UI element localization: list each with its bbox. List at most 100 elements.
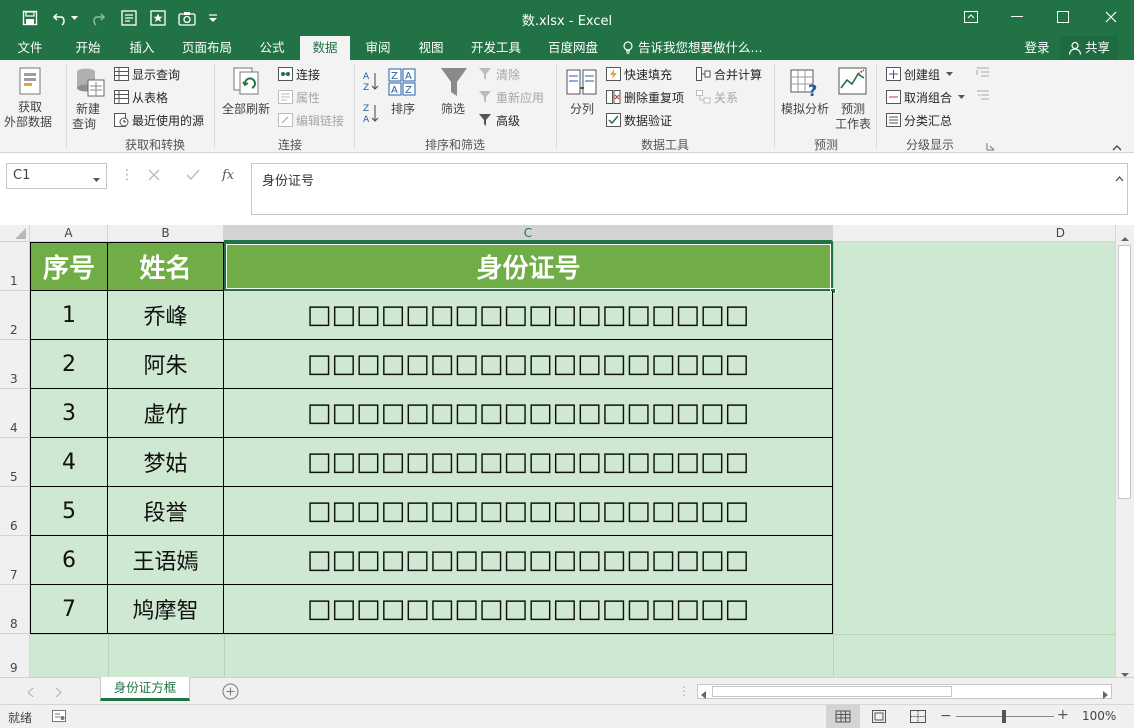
- cell-seq[interactable]: 4: [30, 438, 108, 487]
- advanced-button[interactable]: 高级: [478, 110, 520, 130]
- ribbon-display-icon[interactable]: [948, 0, 994, 34]
- cell-id[interactable]: □□□□□□□□□□□□□□□□□□: [224, 585, 833, 634]
- row-header[interactable]: 9: [0, 634, 30, 677]
- cell-seq[interactable]: 2: [30, 340, 108, 389]
- cell-seq[interactable]: 6: [30, 536, 108, 585]
- tab-page-layout[interactable]: 页面布局: [176, 36, 238, 60]
- close-button[interactable]: [1088, 0, 1134, 34]
- login-link[interactable]: 登录: [1018, 36, 1056, 60]
- refresh-all-label[interactable]: 全部刷新: [222, 100, 270, 117]
- row-header[interactable]: 6: [0, 487, 30, 536]
- tab-developer[interactable]: 开发工具: [464, 36, 528, 60]
- column-header-d[interactable]: D: [833, 225, 1115, 242]
- tab-home[interactable]: 开始: [64, 36, 112, 60]
- connections-button[interactable]: 连接: [278, 64, 320, 84]
- tab-data[interactable]: 数据: [300, 36, 350, 60]
- name-box[interactable]: C1: [6, 163, 107, 189]
- tab-insert[interactable]: 插入: [118, 36, 166, 60]
- group-button[interactable]: 创建组: [886, 64, 957, 84]
- refresh-all-icon[interactable]: [232, 66, 264, 101]
- header-cell-seq[interactable]: 序号: [30, 242, 108, 291]
- undo-dropdown-icon[interactable]: [68, 0, 80, 36]
- cell-seq[interactable]: 3: [30, 389, 108, 438]
- cell-name[interactable]: 阿朱: [108, 340, 224, 389]
- consolidate-button[interactable]: 合并计算: [696, 64, 762, 84]
- row-header[interactable]: 8: [0, 585, 30, 634]
- zoom-level[interactable]: 100%: [1082, 709, 1116, 723]
- cell-id[interactable]: □□□□□□□□□□□□□□□□□□: [224, 389, 833, 438]
- vertical-scrollbar[interactable]: [1115, 225, 1134, 677]
- new-query-label-2[interactable]: 查询: [72, 115, 96, 132]
- scroll-up-icon[interactable]: [1121, 231, 1129, 245]
- expand-formula-icon[interactable]: [1115, 171, 1124, 185]
- splitter-dots-icon[interactable]: ⋮: [678, 684, 690, 698]
- collapse-ribbon-icon[interactable]: [1112, 140, 1122, 154]
- row-header[interactable]: 5: [0, 438, 30, 487]
- share-button[interactable]: 共享: [1060, 36, 1118, 60]
- add-sheet-icon[interactable]: [222, 683, 239, 703]
- cell-id[interactable]: □□□□□□□□□□□□□□□□□□: [224, 487, 833, 536]
- zoom-in-icon[interactable]: +: [1057, 707, 1069, 723]
- subtotal-button[interactable]: 分类汇总: [886, 110, 952, 130]
- scroll-right-icon[interactable]: [1103, 688, 1108, 702]
- sort-icon[interactable]: ZAAZ: [388, 68, 418, 99]
- vertical-scroll-thumb[interactable]: [1118, 245, 1131, 499]
- page-layout-view-icon[interactable]: [872, 710, 886, 726]
- customize-qat-icon[interactable]: [205, 0, 221, 36]
- remove-duplicates-button[interactable]: 删除重复项: [606, 87, 684, 107]
- show-detail-icon[interactable]: [976, 66, 990, 81]
- tab-baidu-netdisk[interactable]: 百度网盘: [540, 36, 606, 60]
- cell-name[interactable]: 鸠摩智: [108, 585, 224, 634]
- redo-icon[interactable]: [86, 0, 108, 36]
- zoom-out-icon[interactable]: −: [940, 708, 952, 724]
- row-header[interactable]: 7: [0, 536, 30, 585]
- prev-sheet-icon[interactable]: [27, 686, 34, 700]
- forecast-label-2[interactable]: 工作表: [835, 115, 871, 132]
- tab-formulas[interactable]: 公式: [250, 36, 294, 60]
- ungroup-button[interactable]: 取消组合: [886, 87, 969, 107]
- text-to-columns-icon[interactable]: [566, 68, 598, 101]
- cell-name[interactable]: 王语嫣: [108, 536, 224, 585]
- cell-seq[interactable]: 7: [30, 585, 108, 634]
- dialog-launcher-icon[interactable]: [986, 140, 995, 154]
- from-table-button[interactable]: 从表格: [114, 87, 168, 107]
- confirm-entry-icon[interactable]: [186, 169, 200, 184]
- what-if-icon[interactable]: ?: [790, 66, 820, 101]
- sort-za-icon[interactable]: ZA: [362, 102, 380, 127]
- zoom-slider-thumb[interactable]: [1002, 710, 1006, 723]
- page-break-view-icon[interactable]: [910, 710, 926, 726]
- get-external-data-icon[interactable]: [16, 66, 46, 101]
- horizontal-scroll-thumb[interactable]: [712, 686, 952, 697]
- cell-seq[interactable]: 1: [30, 291, 108, 340]
- flash-fill-button[interactable]: 快速填充: [606, 64, 672, 84]
- edit-links-button[interactable]: 编辑链接: [278, 110, 344, 130]
- cancel-entry-icon[interactable]: [148, 169, 160, 184]
- maximize-button[interactable]: [1040, 0, 1086, 34]
- relationships-button[interactable]: 关系: [696, 87, 738, 107]
- insert-function-icon[interactable]: fx: [222, 168, 234, 183]
- cell-id[interactable]: □□□□□□□□□□□□□□□□□□: [224, 438, 833, 487]
- data-validation-button[interactable]: 数据验证: [606, 110, 672, 130]
- filter-icon[interactable]: [440, 66, 468, 101]
- cell-name[interactable]: 乔峰: [108, 291, 224, 340]
- tab-file[interactable]: 文件: [6, 36, 54, 60]
- split-label[interactable]: 分列: [570, 100, 594, 117]
- select-all-button[interactable]: [0, 225, 30, 242]
- row-header[interactable]: 4: [0, 389, 30, 438]
- cell-id[interactable]: □□□□□□□□□□□□□□□□□□: [224, 340, 833, 389]
- scroll-left-icon[interactable]: [701, 688, 706, 702]
- header-cell-name[interactable]: 姓名: [108, 242, 224, 291]
- camera-icon[interactable]: [176, 0, 198, 36]
- horizontal-scrollbar[interactable]: [697, 684, 1112, 699]
- get-external-label-2[interactable]: 外部数据: [4, 113, 52, 130]
- row-header[interactable]: 2: [0, 291, 30, 340]
- new-query-icon[interactable]: [74, 66, 106, 103]
- view-normal-button[interactable]: [826, 705, 860, 728]
- next-sheet-icon[interactable]: [55, 686, 62, 700]
- column-header-a[interactable]: A: [30, 225, 108, 242]
- worksheet-grid[interactable]: A B C D 1 2 3 4 5 6 7 8 9 序号 姓名 身份证号 1 乔…: [0, 225, 1134, 677]
- formula-input[interactable]: 身份证号: [251, 163, 1128, 215]
- clear-button[interactable]: 清除: [478, 64, 520, 84]
- column-header-b[interactable]: B: [108, 225, 224, 242]
- show-queries-button[interactable]: 显示查询: [114, 64, 180, 84]
